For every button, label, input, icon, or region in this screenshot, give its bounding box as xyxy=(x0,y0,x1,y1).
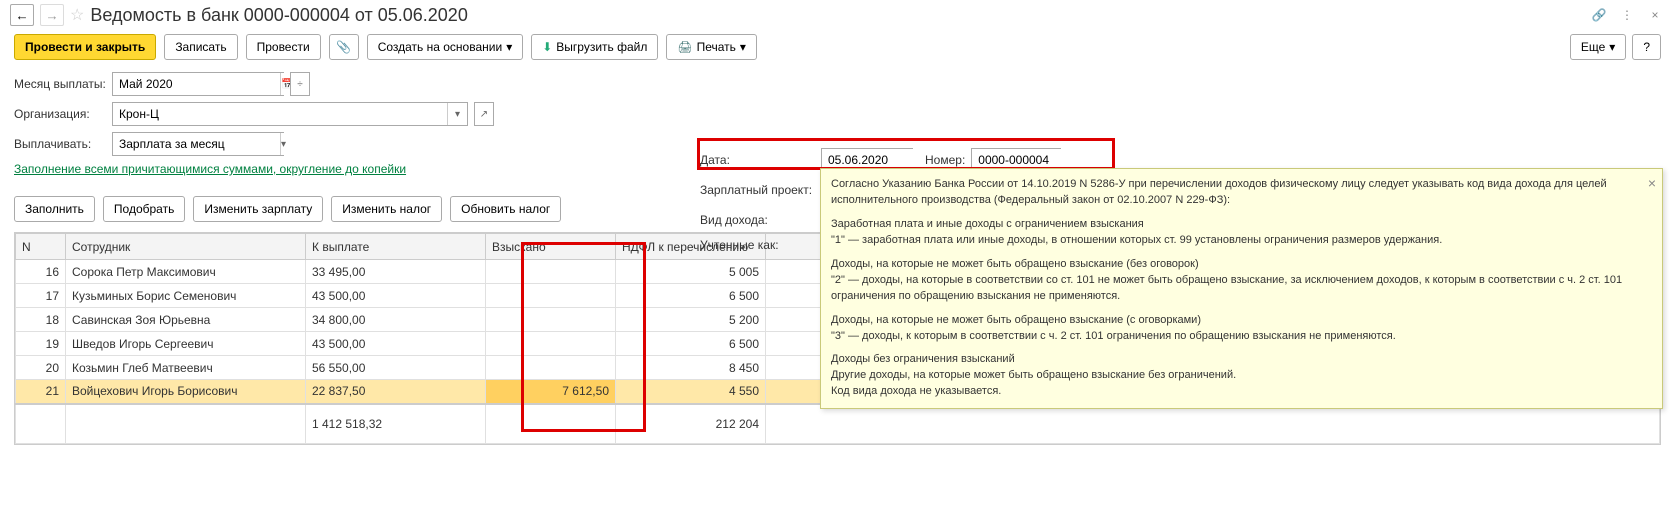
attach-button[interactable]: 📎 xyxy=(329,34,359,60)
cell-n[interactable]: 19 xyxy=(16,332,66,356)
cell-vz[interactable] xyxy=(486,332,616,356)
chevron-down-icon: ▾ xyxy=(506,40,512,54)
cell-n[interactable]: 16 xyxy=(16,260,66,284)
income-help-tooltip: × Согласно Указанию Банка России от 14.1… xyxy=(820,168,1663,409)
tooltip-close-button[interactable]: × xyxy=(1648,173,1656,193)
save-button[interactable]: Записать xyxy=(164,34,237,60)
star-icon[interactable]: ☆ xyxy=(70,5,84,25)
cell-employee[interactable]: Кузьминых Борис Семенович xyxy=(66,284,306,308)
cell-ndfl[interactable]: 5 005 xyxy=(616,260,766,284)
cell-ndfl[interactable]: 5 200 xyxy=(616,308,766,332)
month-input[interactable] xyxy=(113,73,280,95)
cell-employee[interactable]: Шведов Игорь Сергеевич xyxy=(66,332,306,356)
cell-n[interactable]: 17 xyxy=(16,284,66,308)
cell-pay[interactable]: 22 837,50 xyxy=(306,380,486,404)
cell-vz[interactable] xyxy=(486,356,616,380)
cell-pay[interactable]: 43 500,00 xyxy=(306,332,486,356)
print-button[interactable]: 🖨 Печать ▾ xyxy=(666,34,757,60)
cell-pay[interactable]: 33 495,00 xyxy=(306,260,486,284)
tooltip-p5a: Другие доходы, на которые может быть обр… xyxy=(831,368,1652,384)
project-label: Зарплатный проект: xyxy=(700,183,815,197)
cell-pay[interactable]: 56 550,00 xyxy=(306,356,486,380)
fill-button[interactable]: Заполнить xyxy=(14,196,95,222)
cell-pay[interactable]: 34 800,00 xyxy=(306,308,486,332)
more-label: Еще xyxy=(1581,40,1605,54)
tooltip-p1: Согласно Указанию Банка России от 14.10.… xyxy=(831,177,1652,209)
paperclip-icon: 📎 xyxy=(336,40,351,54)
dropdown-icon[interactable]: ▾ xyxy=(447,103,467,125)
date-label: Дата: xyxy=(700,153,815,167)
org-input[interactable] xyxy=(113,103,447,125)
export-label: Выгрузить файл xyxy=(556,40,647,54)
number-label: Номер: xyxy=(925,153,965,167)
cell-n[interactable]: 21 xyxy=(16,380,66,404)
col-pay-header[interactable]: К выплате xyxy=(306,234,486,260)
chevron-down-icon: ▾ xyxy=(740,40,746,54)
export-icon: ⬇ xyxy=(542,40,552,54)
col-emp-header[interactable]: Сотрудник xyxy=(66,234,306,260)
close-icon[interactable]: × xyxy=(1645,5,1665,25)
recorded-label: Учтенные как: xyxy=(700,238,815,252)
cell-vz[interactable] xyxy=(486,284,616,308)
tooltip-p3: "2" — доходы, на которые в соответствии … xyxy=(831,273,1652,305)
pay-input[interactable] xyxy=(113,133,280,155)
cell-employee[interactable]: Савинская Зоя Юрьевна xyxy=(66,308,306,332)
cell-vz[interactable] xyxy=(486,308,616,332)
tooltip-h3: Доходы, на которые не может быть обращен… xyxy=(831,257,1652,273)
total-ndfl: 212 204 xyxy=(616,404,766,444)
create-based-button[interactable]: Создать на основании ▾ xyxy=(367,34,524,60)
change-tax-button[interactable]: Изменить налог xyxy=(331,196,442,222)
month-stepper[interactable]: ÷ xyxy=(290,72,310,96)
tooltip-p4: "3" — доходы, к которым в соответствии с… xyxy=(831,329,1652,345)
arrow-left-icon: ← xyxy=(15,8,28,23)
tooltip-h2: Заработная плата и иные доходы с огранич… xyxy=(831,217,1652,233)
cell-vz[interactable] xyxy=(486,260,616,284)
run-and-close-button[interactable]: Провести и закрыть xyxy=(14,34,156,60)
fill-options-link[interactable]: Заполнение всеми причитающимися суммами,… xyxy=(14,162,406,176)
change-salary-button[interactable]: Изменить зарплату xyxy=(193,196,323,222)
cell-ndfl[interactable]: 6 500 xyxy=(616,284,766,308)
cell-ndfl[interactable]: 4 550 xyxy=(616,380,766,404)
cell-pay[interactable]: 43 500,00 xyxy=(306,284,486,308)
nav-forward-button[interactable]: → xyxy=(40,4,64,26)
total-pay: 1 412 518,32 xyxy=(306,404,486,444)
print-label: Печать xyxy=(697,40,736,54)
income-label: Вид дохода: xyxy=(700,213,815,227)
arrow-right-icon: → xyxy=(45,8,58,23)
pick-button[interactable]: Подобрать xyxy=(103,196,185,222)
nav-back-button[interactable]: ← xyxy=(10,4,34,26)
cell-employee[interactable]: Козьмин Глеб Матвеевич xyxy=(66,356,306,380)
printer-icon: 🖨 xyxy=(677,40,692,54)
create-based-label: Создать на основании xyxy=(378,40,503,54)
cell-employee[interactable]: Войцехович Игорь Борисович xyxy=(66,380,306,404)
org-open-button[interactable]: ↗ xyxy=(474,102,494,126)
col-n-header[interactable]: N xyxy=(16,234,66,260)
tooltip-p2: "1" — заработная плата или иные доходы, … xyxy=(831,233,1652,249)
cell-n[interactable]: 20 xyxy=(16,356,66,380)
chevron-down-icon: ▾ xyxy=(1609,40,1615,54)
cell-vz[interactable]: 7 612,50 xyxy=(486,380,616,404)
help-button[interactable]: ? xyxy=(1632,34,1661,60)
cell-ndfl[interactable]: 6 500 xyxy=(616,332,766,356)
cell-n[interactable]: 18 xyxy=(16,308,66,332)
run-button[interactable]: Провести xyxy=(246,34,321,60)
export-file-button[interactable]: ⬇ Выгрузить файл xyxy=(531,34,658,60)
month-label: Месяц выплаты: xyxy=(14,77,106,91)
more-button[interactable]: Еще ▾ xyxy=(1570,34,1626,60)
tooltip-h4: Доходы, на которые не может быть обращен… xyxy=(831,313,1652,329)
org-label: Организация: xyxy=(14,107,106,121)
more-icon[interactable]: ⋮ xyxy=(1617,5,1637,25)
tooltip-p5b: Код вида дохода не указывается. xyxy=(831,384,1652,400)
tooltip-h5: Доходы без ограничения взысканий xyxy=(831,352,1652,368)
update-tax-button[interactable]: Обновить налог xyxy=(450,196,561,222)
cell-employee[interactable]: Сорока Петр Максимович xyxy=(66,260,306,284)
pay-label: Выплачивать: xyxy=(14,137,106,151)
page-title: Ведомость в банк 0000-000004 от 05.06.20… xyxy=(90,5,467,26)
col-vz-header[interactable]: Взыскано xyxy=(486,234,616,260)
cell-ndfl[interactable]: 8 450 xyxy=(616,356,766,380)
link-icon[interactable]: 🔗 xyxy=(1589,5,1609,25)
dropdown-icon[interactable]: ▾ xyxy=(280,133,286,155)
